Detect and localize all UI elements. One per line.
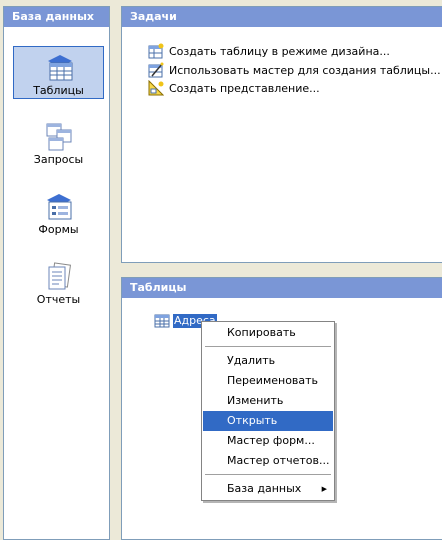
database-panel: База данных Таблицы Запросы Формы Отчеты: [3, 6, 110, 540]
nav-item-label: Формы: [38, 223, 79, 236]
submenu-arrow-icon: ▶: [321, 485, 327, 493]
menu-item-copy[interactable]: Копировать: [203, 323, 333, 343]
table-icon: [154, 314, 170, 328]
forms-icon: [47, 194, 72, 220]
menu-item-form-wizard[interactable]: Мастер форм...: [203, 431, 333, 451]
nav-item-label: Таблицы: [33, 84, 84, 97]
nav-item-queries[interactable]: Запросы: [13, 116, 104, 169]
tables-panel-title: Таблицы: [122, 278, 442, 298]
tables-icon: [48, 55, 73, 81]
menu-item-database[interactable]: База данных ▶: [203, 479, 333, 499]
table-wizard-icon: [148, 62, 164, 78]
menu-separator: [205, 474, 331, 475]
tasks-panel-title: Задачи: [122, 7, 442, 27]
create-view-icon: [148, 80, 164, 96]
nav-item-reports[interactable]: Отчеты: [13, 256, 104, 309]
nav-item-forms[interactable]: Формы: [13, 186, 104, 239]
queries-icon: [46, 123, 72, 151]
task-table-wizard[interactable]: Использовать мастер для создания таблицы…: [148, 61, 441, 79]
menu-item-delete[interactable]: Удалить: [203, 351, 333, 371]
menu-separator: [205, 346, 331, 347]
task-label: Создать представление...: [169, 81, 320, 95]
task-create-view[interactable]: Создать представление...: [148, 79, 320, 97]
menu-item-report-wizard[interactable]: Мастер отчетов...: [203, 451, 333, 471]
nav-item-label: Запросы: [33, 153, 84, 166]
reports-icon: [48, 262, 72, 290]
nav-item-tables[interactable]: Таблицы: [13, 46, 104, 99]
menu-item-rename[interactable]: Переименовать: [203, 371, 333, 391]
task-label: Использовать мастер для создания таблицы…: [169, 63, 441, 77]
database-panel-title: База данных: [4, 7, 109, 27]
menu-item-open[interactable]: Открыть: [203, 411, 333, 431]
nav-item-label: Отчеты: [36, 293, 81, 306]
menu-item-edit[interactable]: Изменить: [203, 391, 333, 411]
tasks-panel: Задачи Создать таблицу в режиме дизайна.…: [121, 6, 442, 263]
context-menu: Копировать Удалить Переименовать Изменит…: [201, 321, 335, 501]
table-design-icon: [148, 43, 164, 59]
task-create-table-design[interactable]: Создать таблицу в режиме дизайна...: [148, 42, 390, 60]
task-label: Создать таблицу в режиме дизайна...: [169, 44, 390, 58]
